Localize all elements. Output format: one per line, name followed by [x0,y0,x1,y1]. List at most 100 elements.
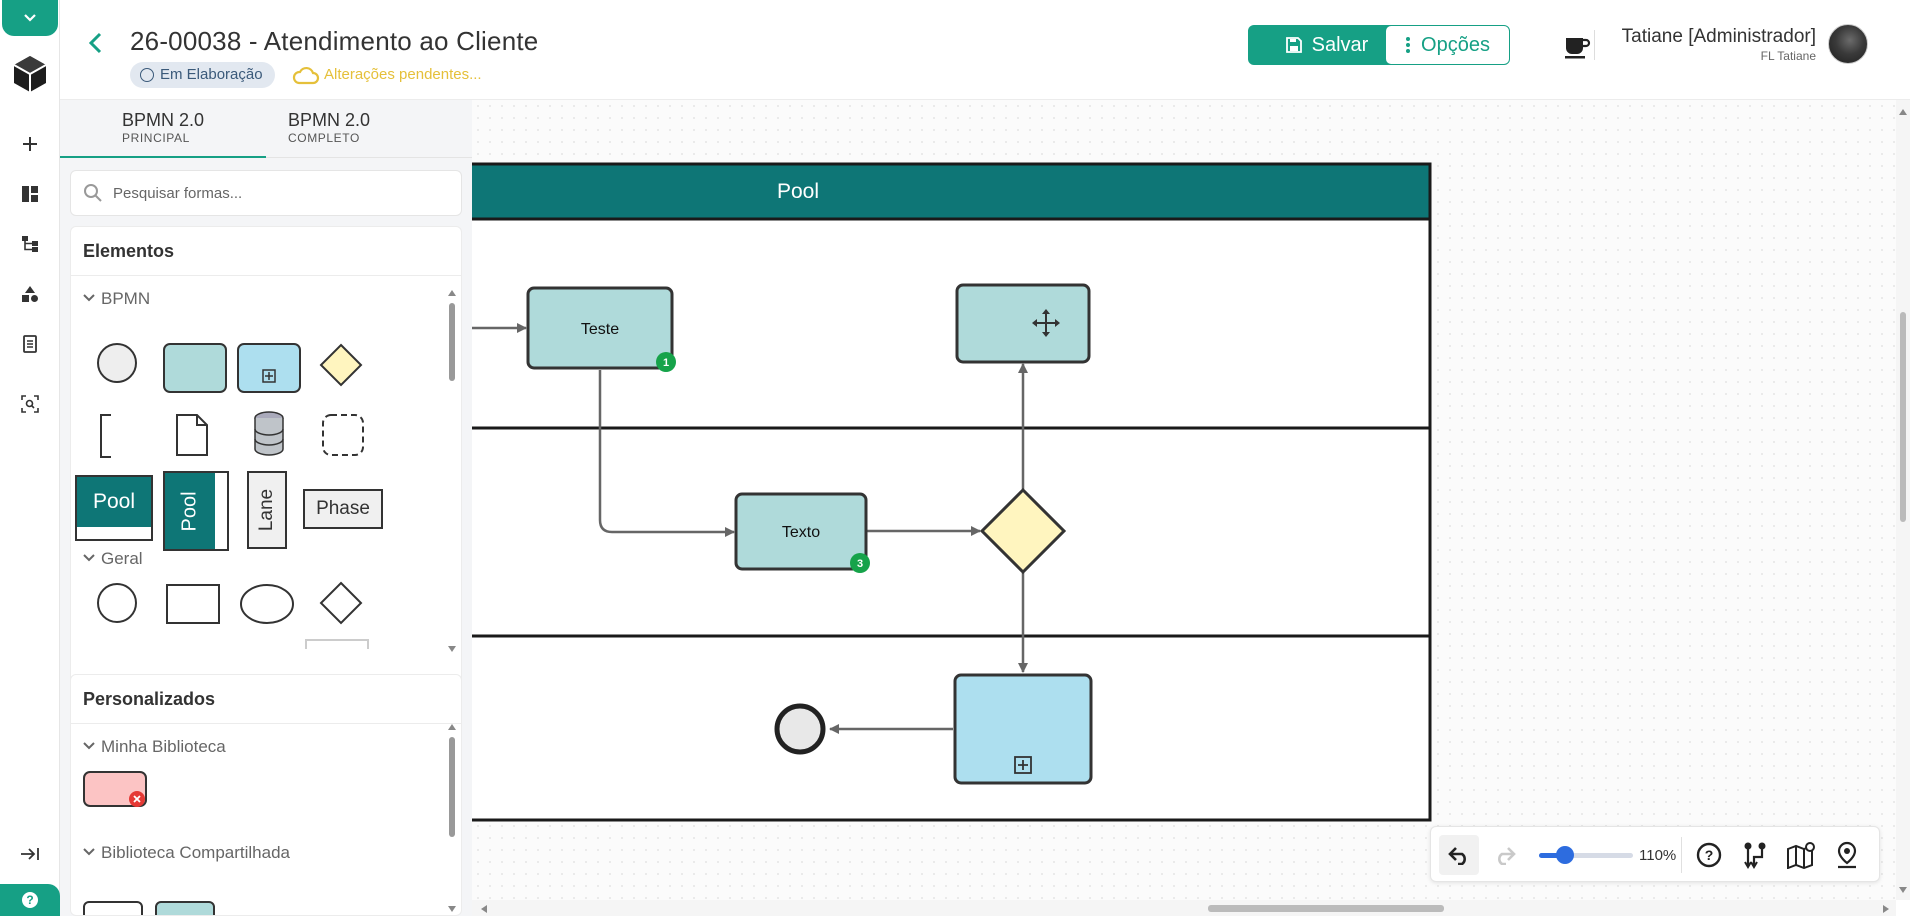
section-shared-library[interactable]: Biblioteca Compartilhada [83,843,290,863]
scroll-right-icon[interactable] [1882,904,1890,914]
help-button[interactable]: ? [1689,835,1729,875]
chevron-down-icon [83,554,95,562]
dashboard-icon [22,186,38,202]
zoom-slider-handle[interactable] [1556,846,1574,864]
shapes-button[interactable] [16,280,44,308]
expand-panel-button[interactable] [16,840,44,868]
hierarchy-icon [22,236,38,252]
shape-lane[interactable]: Lane [247,471,287,549]
section-my-library[interactable]: Minha Biblioteca [83,737,226,757]
elements-title: Elementos [83,241,175,261]
scroll-thumb[interactable] [1900,312,1906,522]
save-button[interactable]: Salvar [1248,25,1406,65]
diagram-svg: Pool Teste 1 Texto 3 [472,162,1432,822]
redo-button[interactable] [1485,835,1525,875]
shape-rectangle[interactable] [165,583,221,625]
custom-scrollbar[interactable] [447,723,457,913]
task-empty[interactable] [955,283,1091,364]
pool-label: Pool [77,477,151,527]
coffee-icon[interactable] [1562,30,1592,60]
custom-card: Personalizados Minha Biblioteca Bibliote… [70,674,462,916]
connector-mode-button[interactable] [1735,835,1775,875]
help-button[interactable]: ? [0,884,60,916]
back-arrow-icon[interactable] [84,28,106,58]
section-bpmn[interactable]: BPMN [83,289,150,309]
status-badge: Em Elaboração [130,62,275,88]
undo-button[interactable] [1439,835,1479,875]
add-button[interactable] [16,130,44,158]
task-texto[interactable]: Texto 3 [734,492,870,573]
tab-sublabel: PRINCIPAL [122,131,190,145]
shape-circle[interactable] [95,581,139,625]
scan-search-icon [21,395,39,413]
scroll-down-icon[interactable] [1898,886,1908,894]
save-label: Salvar [1311,33,1369,56]
pending-changes: Alterações pendentes... [292,64,482,86]
tab-sublabel: COMPLETO [288,131,360,145]
scroll-up-icon[interactable] [447,289,457,297]
shape-ellipse[interactable] [239,583,295,625]
task-teste[interactable]: Teste 1 [526,286,676,372]
locate-button[interactable] [1827,835,1867,875]
shape-pool-horizontal[interactable]: Pool [75,475,153,541]
scroll-thumb[interactable] [449,737,455,837]
left-rail: ? [0,0,60,916]
app-logo[interactable] [8,52,52,96]
scroll-down-icon[interactable] [447,645,457,653]
divider [71,723,461,724]
collapse-menu-button[interactable] [2,0,58,36]
shape-data-object[interactable] [175,413,209,457]
shape-phase[interactable]: Phase [303,489,383,529]
elements-scrollbar[interactable] [447,289,457,653]
plus-icon [23,137,37,151]
avatar[interactable] [1828,24,1868,64]
shape-start-event[interactable] [95,341,139,385]
scroll-down-icon[interactable] [447,905,457,913]
pool-vertical-label: Pool [178,490,201,532]
end-event[interactable] [774,703,826,755]
custom-shape-error-task[interactable] [83,771,149,811]
canvas-vertical-scrollbar[interactable] [1896,100,1910,900]
scan-button[interactable] [16,390,44,418]
scroll-up-icon[interactable] [1898,108,1908,116]
status-icon [140,68,154,82]
shape-diamond[interactable] [319,581,363,625]
canvas-horizontal-scrollbar[interactable] [472,900,1896,916]
shape-task[interactable] [163,343,227,393]
subprocess[interactable] [953,673,1093,785]
shape-gateway[interactable] [319,343,363,387]
minimap-button[interactable] [1781,835,1821,875]
chevron-down-icon [83,848,95,856]
cloud-icon [292,66,320,85]
dashboard-button[interactable] [16,180,44,208]
more-vertical-icon [1406,37,1411,53]
page-title: 26-00038 - Atendimento ao Cliente [130,26,539,56]
scroll-thumb[interactable] [1208,905,1444,912]
shape-group[interactable] [321,413,365,457]
more-shapes-clipped [71,639,451,649]
section-label: BPMN [101,289,151,308]
search-input[interactable] [113,181,443,205]
section-geral[interactable]: Geral [83,549,143,569]
diagram-canvas[interactable]: Pool Teste 1 Texto 3 [472,100,1896,900]
svg-text:?: ? [1705,847,1714,863]
shape-annotation[interactable] [97,413,117,459]
status-label: Em Elaboração [160,66,263,83]
shape-subprocess[interactable] [237,343,301,393]
shape-data-store[interactable] [251,409,287,461]
pool[interactable]: Pool [472,162,1432,822]
scroll-thumb[interactable] [449,303,455,381]
task-label: Texto [782,524,820,541]
arrow-to-right-icon [21,848,39,860]
question-icon: ? [1696,842,1722,868]
process-tree-button[interactable] [16,230,44,258]
scroll-up-icon[interactable] [447,723,457,731]
documents-button[interactable] [16,330,44,358]
scroll-left-icon[interactable] [480,904,488,914]
tab-bpmn-completo[interactable]: BPMN 2.0 COMPLETO [266,110,472,158]
panel-tabs: BPMN 2.0 PRINCIPAL BPMN 2.0 COMPLETO [60,100,472,158]
shape-pool-vertical[interactable]: Pool [163,471,229,551]
options-button[interactable]: Opções [1385,25,1510,65]
tab-bpmn-principal[interactable]: BPMN 2.0 PRINCIPAL [60,110,266,158]
shape-search [70,170,462,216]
